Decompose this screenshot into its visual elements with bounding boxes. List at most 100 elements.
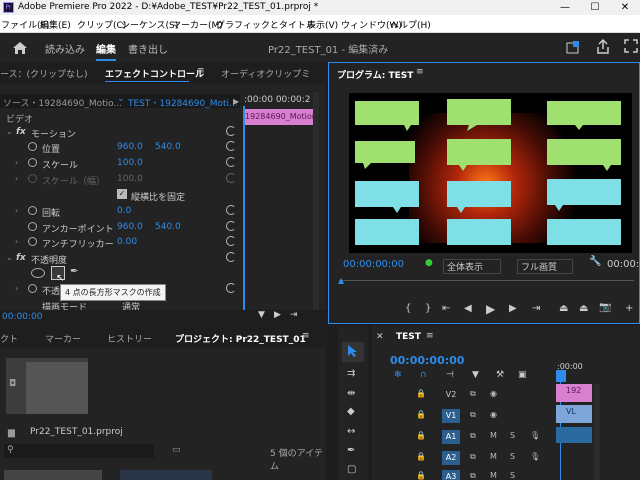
program-monitor-title[interactable]: プログラム: TEST xyxy=(337,68,413,81)
anchor-x-value[interactable]: 960.0 xyxy=(117,222,143,232)
anchor-y-value[interactable]: 540.0 xyxy=(155,222,181,232)
track-a3[interactable]: 🔒 A3 ⧉ M S xyxy=(392,467,567,480)
menu-edit[interactable]: 編集(E) xyxy=(40,18,71,31)
play-icon[interactable]: ▶ xyxy=(274,310,281,320)
project-menu-icon[interactable]: ≡ xyxy=(302,331,310,341)
mark-in-icon[interactable]: { xyxy=(405,303,411,314)
rotation-value[interactable]: 0.0 xyxy=(117,206,131,216)
project-item-thumb[interactable] xyxy=(4,470,102,480)
timeline-scrollbar[interactable] xyxy=(594,384,600,480)
rectangle-tool-icon[interactable]: ▢ xyxy=(347,464,356,475)
export-frame-icon[interactable]: ⇥ xyxy=(290,310,298,320)
motion-row[interactable]: ⌄ fx モーション xyxy=(0,125,240,140)
menu-help[interactable]: ヘルプ(H) xyxy=(390,18,431,31)
opacity-row[interactable]: ⌄ fx 不透明度 xyxy=(0,251,240,266)
wrench-icon[interactable]: 🔧 xyxy=(589,256,601,267)
position-x-value[interactable]: 960.0 xyxy=(117,142,143,152)
program-scrubber[interactable] xyxy=(339,280,634,281)
timeline-timecode[interactable]: 00:00:00:00 xyxy=(390,354,464,367)
playhead-icon[interactable] xyxy=(556,370,566,382)
antiflicker-value[interactable]: 0.00 xyxy=(117,237,137,247)
sequence-tab[interactable]: TEST xyxy=(396,332,421,342)
source-clip-label[interactable]: ソース・19284690_Motio... xyxy=(3,96,122,109)
tab-source[interactable]: ース：(クリップなし) xyxy=(0,67,88,80)
pen-tool-icon[interactable]: ✒ xyxy=(347,445,355,456)
effect-tab-menu-icon[interactable]: ≡ xyxy=(197,66,205,76)
home-icon[interactable] xyxy=(12,41,28,55)
menu-clip[interactable]: クリップ(C) xyxy=(77,18,126,31)
project-thumbnail[interactable]: ◘ xyxy=(6,358,88,414)
snap-icon[interactable]: ✻ xyxy=(394,370,402,380)
quick-export-icon[interactable] xyxy=(566,40,580,54)
track-v2[interactable]: 🔒 V2 ⧉ ◉ xyxy=(392,385,567,406)
workspace-export[interactable]: 書き出し xyxy=(128,41,168,56)
tab-effect-controls[interactable]: エフェクトコントロール xyxy=(105,67,204,80)
export-frame-icon[interactable]: 📷 xyxy=(599,302,611,313)
go-to-out-icon[interactable]: ⇥ xyxy=(532,303,540,314)
step-back-icon[interactable]: ◀ xyxy=(464,303,472,314)
razor-tool-icon[interactable]: ◆ xyxy=(347,406,355,417)
clip-v2[interactable]: 192 xyxy=(556,384,592,402)
menu-sequence[interactable]: シーケンス(S) xyxy=(121,18,178,31)
uniform-scale-checkbox[interactable]: ✓ xyxy=(117,189,127,199)
position-y-value[interactable]: 540.0 xyxy=(155,142,181,152)
ripple-edit-tool-icon[interactable]: ⇹ xyxy=(347,388,355,399)
scale-value[interactable]: 100.0 xyxy=(117,158,143,168)
scale-row[interactable]: › スケール 100.0 xyxy=(0,156,240,171)
tab-effects[interactable]: クト xyxy=(0,332,18,345)
lift-icon[interactable]: ⏏ xyxy=(559,303,568,314)
uniform-scale-row[interactable]: ✓ 縦横比を固定 xyxy=(0,188,240,203)
ellipse-mask-icon[interactable] xyxy=(31,268,45,278)
go-to-in-icon[interactable]: ⇤ xyxy=(442,303,450,314)
step-forward-icon[interactable]: ▶ xyxy=(509,303,517,314)
effect-scrollbar[interactable] xyxy=(313,92,319,317)
play-only-icon[interactable]: ▶ xyxy=(233,97,239,106)
mini-playhead[interactable] xyxy=(243,106,245,316)
close-sequence-icon[interactable]: ✕ xyxy=(376,332,384,342)
pen-mask-icon[interactable]: ✒ xyxy=(70,266,78,277)
share-icon[interactable] xyxy=(596,39,610,54)
track-a1[interactable]: 🔒 A1 ⧉ M S 🎙 xyxy=(392,427,567,448)
workspace-import[interactable]: 読み込み xyxy=(45,41,85,56)
maximize-button[interactable]: ☐ xyxy=(580,0,610,15)
add-button-icon[interactable]: + xyxy=(625,303,633,314)
rotation-row[interactable]: › 回転 0.0 xyxy=(0,204,240,219)
add-marker-icon[interactable]: ⊣ xyxy=(446,370,454,380)
menu-view[interactable]: 表示(V) xyxy=(307,18,338,31)
timeline-menu-icon[interactable]: ≡ xyxy=(426,331,434,341)
fit-dropdown[interactable]: 全体表示 xyxy=(443,259,501,274)
minimize-button[interactable]: — xyxy=(550,0,580,15)
track-a2[interactable]: 🔒 A2 ⧉ M S 🎙 xyxy=(392,448,567,469)
filter-icon[interactable]: ▼ xyxy=(258,310,265,320)
linked-selection-icon[interactable]: ∩ xyxy=(420,370,427,380)
close-button[interactable]: ✕ xyxy=(610,0,640,15)
program-menu-icon[interactable]: ≡ xyxy=(416,67,424,77)
tab-markers[interactable]: マーカー xyxy=(45,332,81,345)
wrench-icon[interactable]: ⚒ xyxy=(496,370,504,380)
slip-tool-icon[interactable]: ↔ xyxy=(347,426,355,437)
program-timecode[interactable]: 00:00:00:00 xyxy=(343,259,404,270)
chevron-down-icon[interactable]: ⌄ xyxy=(117,94,125,104)
clip-v1[interactable]: VL xyxy=(556,405,592,423)
program-playhead-icon[interactable]: ▲ xyxy=(338,276,344,285)
mark-out-icon[interactable]: } xyxy=(425,303,431,314)
clip-a1[interactable] xyxy=(556,427,592,443)
fullscreen-icon[interactable] xyxy=(624,39,638,54)
quality-dropdown[interactable]: フル画質 xyxy=(517,259,573,274)
extract-icon[interactable]: ⏏ xyxy=(579,303,588,314)
workspace-edit[interactable]: 編集 xyxy=(96,41,116,56)
project-search-input[interactable]: ⚲ xyxy=(4,444,154,458)
selection-tool-icon[interactable] xyxy=(347,344,359,358)
sequence-clip-label[interactable]: TEST・19284690_Moti... xyxy=(128,96,238,109)
track-v1[interactable]: 🔒 V1 ⧉ ◉ xyxy=(392,406,567,427)
play-icon[interactable]: ▶ xyxy=(486,302,495,316)
captions-icon[interactable]: ▣ xyxy=(518,370,527,380)
marker-icon[interactable]: ▼ xyxy=(472,370,479,380)
video-frame[interactable] xyxy=(349,93,632,253)
tab-project[interactable]: プロジェクト: Pr22_TEST_01 xyxy=(175,332,306,345)
position-row[interactable]: 位置 960.0 540.0 xyxy=(0,140,240,155)
track-select-tool-icon[interactable]: ⇉ xyxy=(347,368,355,379)
project-item-thumb[interactable] xyxy=(120,470,212,480)
new-bin-icon[interactable]: ▭ xyxy=(172,445,181,455)
antiflicker-row[interactable]: › アンチフリッカー 0.00 xyxy=(0,235,240,250)
